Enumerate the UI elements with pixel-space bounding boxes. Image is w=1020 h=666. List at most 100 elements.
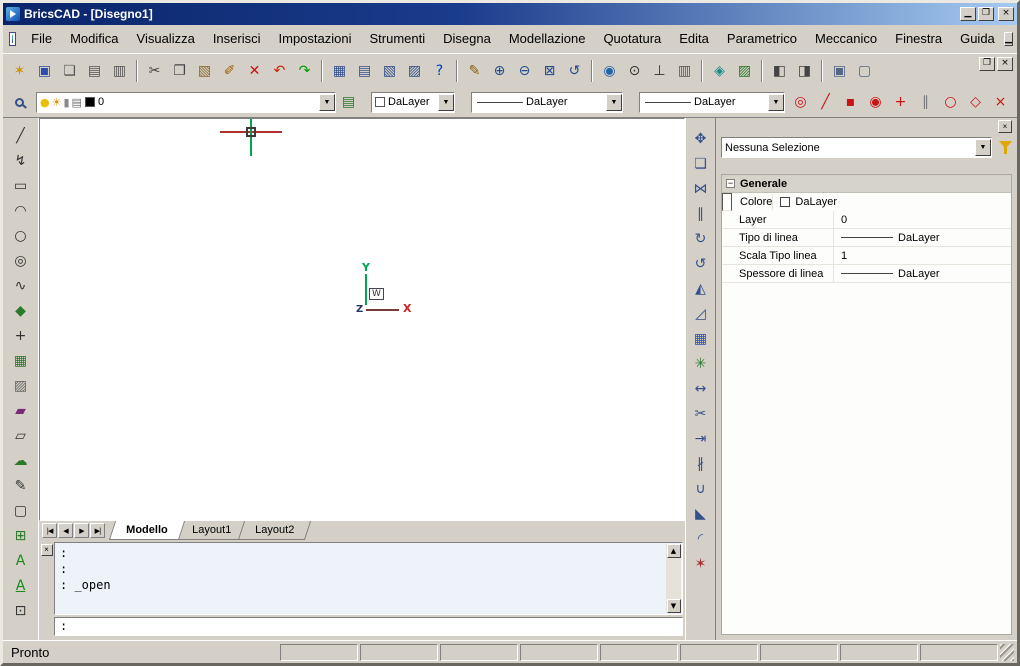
- zoom-out-button[interactable]: ⊖: [512, 58, 537, 83]
- region-button[interactable]: ▰: [8, 398, 33, 423]
- explode-button[interactable]: ✶: [689, 551, 713, 576]
- menu-quotatura[interactable]: Quotatura: [594, 27, 670, 51]
- quick-select-filter-icon[interactable]: [999, 141, 1012, 154]
- cut-button[interactable]: ✂: [142, 58, 167, 83]
- zoom-window-button[interactable]: ⊠: [537, 58, 562, 83]
- menu-meccanico[interactable]: Meccanico: [806, 27, 886, 51]
- dropdown-arrow-icon[interactable]: ▼: [319, 94, 335, 111]
- mtext-button[interactable]: A: [8, 573, 33, 598]
- scroll-down-icon[interactable]: ▼: [667, 599, 681, 613]
- snap-tangent-button[interactable]: ○: [938, 90, 963, 115]
- sketch-button[interactable]: ✎: [462, 58, 487, 83]
- line-button[interactable]: ╱: [8, 123, 33, 148]
- snap-intersection-button[interactable]: ×: [988, 90, 1013, 115]
- paste-button[interactable]: ▧: [192, 58, 217, 83]
- property-row-spessore-di-linea[interactable]: Spessore di linea DaLayer: [722, 265, 1011, 283]
- properties-section-header[interactable]: − Generale: [722, 175, 1011, 193]
- mirror-3d-button[interactable]: ◭: [689, 276, 713, 301]
- menu-edita[interactable]: Edita: [670, 27, 718, 51]
- tab-layout2[interactable]: Layout2: [238, 521, 311, 540]
- esnap-settings-button[interactable]: ◎: [788, 90, 813, 115]
- copy-button[interactable]: ❐: [167, 58, 192, 83]
- undo-button[interactable]: ↶: [267, 58, 292, 83]
- property-row-colore[interactable]: Colore DaLayer: [722, 193, 732, 211]
- tab-modello[interactable]: Modello: [109, 521, 185, 540]
- tile-horizontal-button[interactable]: ◧: [767, 58, 792, 83]
- chamfer-button[interactable]: ◣: [689, 501, 713, 526]
- dropdown-arrow-icon[interactable]: ▼: [975, 139, 991, 156]
- first-tab-button[interactable]: |◀: [42, 523, 57, 538]
- hatch-button[interactable]: ▦: [8, 348, 33, 373]
- offset-button[interactable]: ∥: [689, 201, 713, 226]
- gradient-button[interactable]: ▨: [8, 373, 33, 398]
- property-value[interactable]: DaLayer: [773, 196, 837, 208]
- spline-button[interactable]: ∿: [8, 273, 33, 298]
- mdi-close-button[interactable]: ×: [997, 57, 1013, 71]
- dropdown-arrow-icon[interactable]: ▼: [606, 94, 622, 111]
- menu-modifica[interactable]: Modifica: [61, 27, 127, 51]
- attributes-button[interactable]: ▧: [377, 58, 402, 83]
- status-cell-5[interactable]: [600, 644, 678, 661]
- status-cell-2[interactable]: [360, 644, 438, 661]
- command-input[interactable]: :: [54, 617, 683, 636]
- layer-plot-icon[interactable]: ▤: [72, 97, 82, 108]
- help-button[interactable]: ?: [427, 58, 452, 83]
- point-button[interactable]: +: [8, 323, 33, 348]
- break-button[interactable]: ∦: [689, 451, 713, 476]
- explore-layers-button[interactable]: [7, 90, 32, 115]
- array-button[interactable]: ▦: [689, 326, 713, 351]
- status-cell-6[interactable]: [680, 644, 758, 661]
- zoom-extents-button[interactable]: ↺: [562, 58, 587, 83]
- menu-impostazioni[interactable]: Impostazioni: [270, 27, 361, 51]
- property-value[interactable]: DaLayer: [834, 268, 1011, 280]
- status-cell-9[interactable]: [920, 644, 998, 661]
- menu-file[interactable]: File: [22, 27, 61, 51]
- maximize-button[interactable]: ❐: [978, 7, 994, 21]
- move-button[interactable]: ✥: [689, 126, 713, 151]
- ellipse-button[interactable]: ◎: [8, 248, 33, 273]
- title-bar[interactable]: BricsCAD - [Disegno1] ▁ ❐ ×: [3, 3, 1017, 25]
- mdi-restore-button[interactable]: ❐: [979, 57, 995, 71]
- tile-vertical-button[interactable]: ◨: [792, 58, 817, 83]
- color-combo[interactable]: DaLayer ▼: [371, 92, 455, 113]
- stretch-button[interactable]: ↔: [689, 376, 713, 401]
- arc-button[interactable]: ◠: [8, 198, 33, 223]
- print-button[interactable]: ▤: [82, 58, 107, 83]
- mirror-button[interactable]: ⋈: [689, 176, 713, 201]
- match-properties-button[interactable]: ✐: [217, 58, 242, 83]
- table-button[interactable]: ⊞: [8, 523, 33, 548]
- properties-close-icon[interactable]: ×: [998, 120, 1012, 133]
- polar-array-button[interactable]: ✳: [689, 351, 713, 376]
- lineweight-combo[interactable]: DaLayer ▼: [639, 92, 785, 113]
- web-button[interactable]: ◉: [597, 58, 622, 83]
- new-button[interactable]: ✶: [7, 58, 32, 83]
- ungroup-button[interactable]: ▢: [852, 58, 877, 83]
- tab-layout1[interactable]: Layout1: [174, 521, 247, 540]
- menu-visualizza[interactable]: Visualizza: [128, 27, 204, 51]
- snap-endpoint-button[interactable]: ▪: [838, 90, 863, 115]
- status-cell-7[interactable]: [760, 644, 838, 661]
- minimize-button[interactable]: ▁: [960, 7, 976, 21]
- zoom-in-button[interactable]: ⊕: [487, 58, 512, 83]
- dropdown-arrow-icon[interactable]: ▼: [768, 94, 784, 111]
- status-cell-3[interactable]: [440, 644, 518, 661]
- rotate-reference-button[interactable]: ↺: [689, 251, 713, 276]
- next-tab-button[interactable]: ▶: [74, 523, 89, 538]
- menu-strumenti[interactable]: Strumenti: [360, 27, 434, 51]
- resize-grip[interactable]: [1000, 644, 1014, 661]
- freehand-sketch-button[interactable]: ✎: [8, 473, 33, 498]
- plot-settings-button[interactable]: ▥: [107, 58, 132, 83]
- print-preview-button[interactable]: ❏: [57, 58, 82, 83]
- revision-cloud-button[interactable]: ☁: [8, 448, 33, 473]
- status-cell-8[interactable]: [840, 644, 918, 661]
- trim-button[interactable]: ✂: [689, 401, 713, 426]
- property-value[interactable]: DaLayer: [834, 232, 1011, 244]
- property-row-layer[interactable]: Layer 0: [722, 211, 1011, 229]
- visibility-button[interactable]: ⊙: [622, 58, 647, 83]
- menu-inserisci[interactable]: Inserisci: [204, 27, 270, 51]
- command-scrollbar[interactable]: ▲ ▼: [666, 544, 681, 613]
- layer-lock-icon[interactable]: ▮: [63, 97, 69, 108]
- xref-button[interactable]: ▨: [402, 58, 427, 83]
- collapse-icon[interactable]: −: [726, 179, 735, 188]
- fillet-button[interactable]: ◜: [689, 526, 713, 551]
